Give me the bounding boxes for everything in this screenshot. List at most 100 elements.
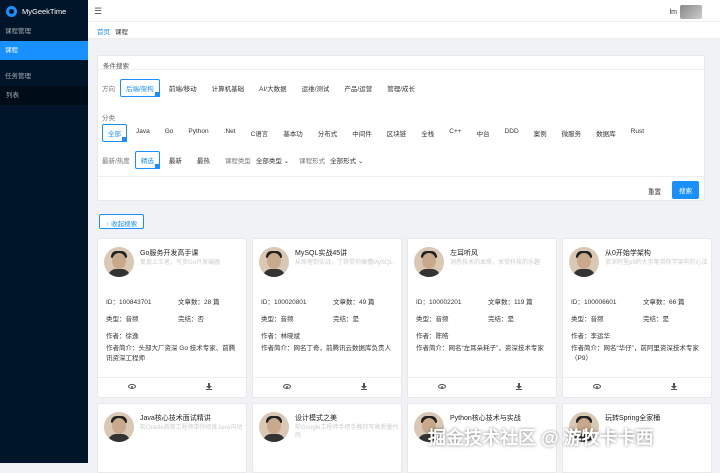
course-title[interactable]: Java核心技术面试精讲 (140, 413, 211, 423)
course-title[interactable]: 设计模式之美 (295, 413, 337, 423)
collapse-search-button[interactable]: ↑ 收起搜索 (99, 214, 145, 229)
eye-icon[interactable] (128, 384, 136, 389)
course-author: 作者：徐逸 (106, 333, 139, 340)
app-title: MyGeekTime (22, 6, 67, 16)
sort-option[interactable]: 最新 (163, 151, 188, 169)
course-description: 从原理到实战，丁奇带你搞懂MySQL (295, 260, 394, 266)
sort-option[interactable]: 精选 (134, 151, 160, 169)
top-header: ☰ lm (88, 0, 720, 22)
download-icon[interactable] (206, 383, 212, 390)
direction-option[interactable]: 产品/运营 (338, 79, 378, 97)
arrow-up-icon: ↑ (106, 221, 110, 228)
category-option[interactable]: DDD (499, 124, 525, 142)
category-option[interactable]: C语言 (245, 124, 275, 142)
course-description: 复现上王者，写资Go开发编器 (140, 260, 221, 266)
category-option[interactable]: 区块链 (381, 124, 413, 142)
breadcrumb-home[interactable]: 首页 (97, 29, 110, 36)
category-option[interactable]: 全部 (102, 124, 127, 142)
category-option[interactable]: Java (130, 124, 156, 142)
category-option[interactable]: 基本功 (277, 124, 309, 142)
card-actions (253, 377, 401, 397)
sidebar-group-task-management[interactable]: 任务管理 (0, 67, 88, 86)
direction-option[interactable]: 前端/移动 (163, 79, 203, 97)
watermark: 掘金技术社区 @ 游牧卡卡西 (428, 428, 654, 448)
collapse-label: 收起搜索 (111, 221, 138, 228)
direction-option[interactable]: 运维/测试 (296, 79, 336, 97)
course-description: 前Google工程师手把手教你写高质量代码 (295, 425, 399, 440)
reset-button[interactable]: 重置 (641, 183, 668, 199)
app-logo[interactable]: MyGeekTime (0, 0, 88, 22)
type-label: 课程类型 (224, 158, 251, 165)
category-option[interactable]: 数据库 (590, 124, 622, 142)
article-count: 文章数：119 篇 (488, 299, 533, 306)
sidebar-item-list[interactable]: 列表 (0, 86, 88, 105)
course-title[interactable]: 左耳听风 (450, 248, 478, 258)
article-count: 文章数：49 篇 (333, 299, 375, 306)
course-title[interactable]: MySQL实战45讲 (295, 248, 347, 258)
direction-row: 方向 后端/架构 前端/移动 计算机基础 AI/大数据 运维/测试 产品/运营 管理/成长 (102, 79, 424, 97)
course-card[interactable]: MySQL实战45讲 从原理到实战，丁奇带你搞懂MySQL ID：100020801… (252, 238, 402, 398)
course-title[interactable]: 从0开始学架构 (605, 248, 651, 258)
category-option[interactable]: 中间件 (346, 124, 378, 142)
course-type: 类型：音频 (571, 316, 604, 323)
category-option[interactable]: Go (159, 124, 180, 142)
category-option[interactable]: .Net (218, 124, 242, 142)
category-row: 分类 全部 Java Go Python .Net C语言 基本功 分布式 中间件 区块链 全栈 C+… (102, 112, 653, 142)
menu-fold-icon[interactable]: ☰ (94, 6, 102, 17)
category-option[interactable]: Rust (625, 124, 650, 142)
form-select[interactable]: 全部形式 ⌄ (330, 155, 363, 165)
avatar[interactable] (680, 5, 702, 19)
card-actions (98, 377, 246, 397)
type-select[interactable]: 全部类型 ⌄ (256, 155, 289, 165)
form-label: 课程形式 (299, 158, 326, 165)
eye-icon[interactable] (593, 384, 601, 389)
direction-option[interactable]: 管理/成长 (381, 79, 421, 97)
course-title[interactable]: 玩转Spring全家桶 (605, 413, 660, 423)
direction-option[interactable]: 计算机基础 (206, 79, 251, 97)
course-type: 类型：音频 (106, 316, 139, 323)
download-icon[interactable] (671, 383, 677, 390)
category-option[interactable]: 案例 (528, 124, 553, 142)
type-select-value: 全部类型 (255, 158, 282, 165)
eye-icon[interactable] (438, 384, 446, 389)
category-option[interactable]: 全栈 (415, 124, 440, 142)
category-option[interactable]: 中台 (471, 124, 496, 142)
course-description: 前Oracle首席工程师带你修炼Java内功 (140, 425, 243, 431)
search-button[interactable]: 搜索 (672, 181, 699, 199)
direction-options: 后端/架构 前端/移动 计算机基础 AI/大数据 运维/测试 产品/运营 管理/成长 (120, 79, 424, 97)
direction-option[interactable]: 后端/架构 (120, 79, 160, 97)
category-options: 全部 Java Go Python .Net C语言 基本功 分布式 中间件 区块链 全栈 C++ 中台… (102, 124, 653, 142)
user-menu[interactable]: lm (670, 5, 702, 19)
course-finished: 完结：是 (643, 316, 669, 323)
course-title[interactable]: Python核心技术与实战 (450, 413, 521, 423)
category-option[interactable]: C++ (443, 124, 467, 142)
author-intro: 作者简介：网名丁奇，前腾讯云数据库负责人 (261, 345, 391, 352)
search-input-area[interactable]: 重置 搜索 (98, 176, 704, 202)
course-card[interactable]: Go服务开发高手课 复现上王者，写资Go开发编器 ID：100843701 文章数：2… (97, 238, 247, 398)
search-filter-panel: 条件搜索 方向 后端/架构 前端/移动 计算机基础 AI/大数据 运维/测试 产品/运营管… (97, 55, 705, 201)
course-card[interactable]: 从0开始学架构 资深阿里p9的大手笔带你学架构的心法 ID：100006601 文章数… (562, 238, 712, 398)
user-name: lm (669, 8, 677, 16)
eye-icon[interactable] (283, 384, 291, 389)
download-icon[interactable] (516, 383, 522, 390)
category-option[interactable]: Python (182, 124, 214, 142)
author-intro: 作者简介：头部大厂资深 Go 技术专家、前腾讯资深工程师 (106, 345, 236, 363)
course-author: 作者：陈皓 (416, 333, 449, 340)
category-label: 分类 (102, 115, 115, 122)
course-description: 洞悉技术的本质，享受科技的乐趣 (450, 260, 541, 266)
sort-option[interactable]: 最热 (191, 151, 216, 169)
logo-icon (6, 5, 17, 17)
course-card[interactable]: 左耳听风 洞悉技术的本质，享受科技的乐趣 ID：100002201 文章数：119 篇… (407, 238, 557, 398)
chevron-down-icon: ⌄ (357, 158, 364, 165)
sort-options: 精选 最新 最热 (134, 151, 219, 169)
sidebar-item-course[interactable]: 课程 (0, 41, 88, 60)
author-avatar (414, 247, 444, 277)
direction-option[interactable]: AI/大数据 (253, 79, 292, 97)
card-actions (408, 377, 556, 397)
category-option[interactable]: 微服务 (556, 124, 588, 142)
sidebar-group-course-management[interactable]: 课程管理 (0, 22, 88, 41)
download-icon[interactable] (361, 383, 367, 390)
course-title[interactable]: Go服务开发高手课 (140, 248, 198, 258)
category-option[interactable]: 分布式 (312, 124, 344, 142)
course-id: ID：100006601 (571, 299, 617, 306)
